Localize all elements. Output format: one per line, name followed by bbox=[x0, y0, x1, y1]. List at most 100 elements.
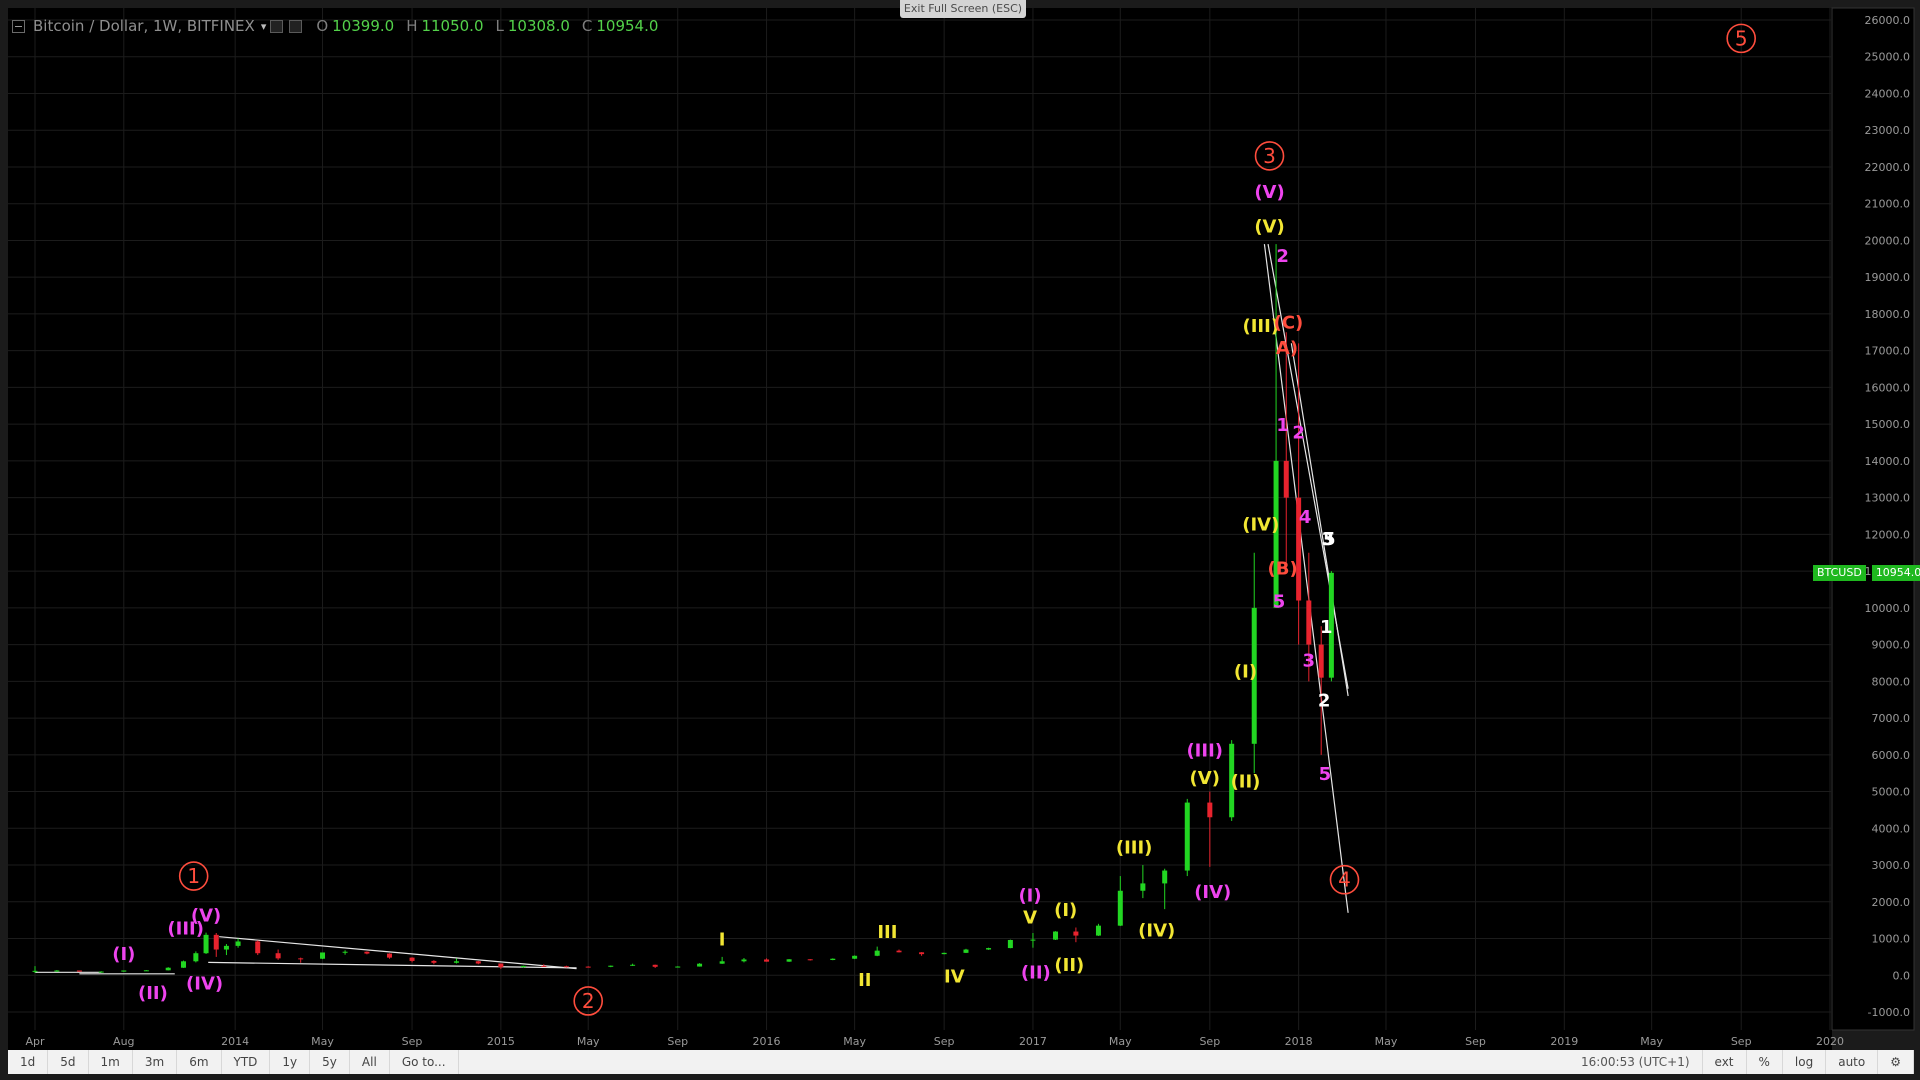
x-tick-label: 2020 bbox=[1816, 1035, 1844, 1048]
wave-label: (IV) bbox=[186, 974, 223, 995]
wave-label: 1 bbox=[1276, 415, 1289, 436]
wave-label: (V) bbox=[191, 906, 221, 927]
symbol-title[interactable]: Bitcoin / Dollar, 1W, BITFINEX bbox=[33, 17, 255, 35]
y-tick-label: 19000.0 bbox=[1865, 271, 1911, 284]
range-5y-button[interactable]: 5y bbox=[310, 1050, 350, 1074]
y-tick-label: -1000.0 bbox=[1868, 1006, 1910, 1019]
range-1y-button[interactable]: 1y bbox=[270, 1050, 311, 1074]
collapse-icon[interactable] bbox=[12, 19, 25, 33]
candle-body bbox=[1283, 460, 1289, 498]
y-tick-label: 18000.0 bbox=[1865, 308, 1911, 321]
candle-body bbox=[675, 966, 681, 968]
range-6m-button[interactable]: 6m bbox=[177, 1050, 222, 1074]
candle-body bbox=[630, 964, 636, 966]
x-tick-label: May bbox=[311, 1035, 334, 1048]
y-tick-label: 15000.0 bbox=[1865, 418, 1911, 431]
candle-body bbox=[1053, 931, 1059, 940]
wave-label: 2 bbox=[1276, 246, 1289, 267]
candle-body bbox=[1095, 925, 1101, 936]
wave-label: A) bbox=[1276, 338, 1298, 359]
range-1m-button[interactable]: 1m bbox=[89, 1050, 133, 1074]
x-tick-label: May bbox=[1640, 1035, 1663, 1048]
range-ytd-button[interactable]: YTD bbox=[222, 1050, 271, 1074]
wave-label: IV bbox=[944, 966, 965, 987]
gear-icon[interactable]: ⚙ bbox=[1878, 1050, 1914, 1074]
candle-body bbox=[475, 961, 481, 964]
candle-body bbox=[741, 959, 747, 962]
y-tick-label: 21000.0 bbox=[1865, 198, 1911, 211]
y-tick-label: 9000.0 bbox=[1872, 639, 1911, 652]
candle-body bbox=[76, 970, 82, 972]
candle-body bbox=[1140, 883, 1146, 891]
candle-body bbox=[213, 934, 219, 950]
y-tick-label: 7000.0 bbox=[1872, 712, 1911, 725]
candle-body bbox=[608, 965, 614, 967]
wave-label: 1 bbox=[1320, 617, 1333, 638]
wave-label: (C) bbox=[1274, 312, 1304, 333]
wave-label: (III) bbox=[1186, 740, 1223, 761]
low-value: 10308.0 bbox=[507, 17, 570, 35]
wave-label: (II) bbox=[1231, 772, 1261, 793]
y-tick-label: 25000.0 bbox=[1865, 51, 1911, 64]
candle-body bbox=[896, 950, 902, 953]
wave-label: (I) bbox=[1234, 661, 1257, 682]
range-1d-button[interactable]: 1d bbox=[8, 1050, 49, 1074]
candle-body bbox=[1073, 931, 1079, 936]
candle-body bbox=[203, 934, 209, 954]
settings-icon[interactable] bbox=[270, 19, 284, 33]
wave-label: 5 bbox=[1273, 592, 1286, 613]
goto-button[interactable]: Go to... bbox=[390, 1050, 459, 1074]
wave-label: I bbox=[719, 930, 726, 951]
y-tick-label: 20000.0 bbox=[1865, 234, 1911, 247]
price-chart[interactable]: -1000.0 0.0 1000.0 2000.0 3000.0 4000.0 5000.0… bbox=[0, 0, 1920, 1080]
candle-body bbox=[498, 963, 504, 968]
y-tick-label: 1000.0 bbox=[1872, 933, 1911, 946]
low-label: L bbox=[495, 17, 504, 35]
wave-label: 4 bbox=[1299, 507, 1312, 528]
candle-body bbox=[386, 953, 392, 958]
wave-label: (B) bbox=[1268, 558, 1298, 579]
y-tick-label: 17000.0 bbox=[1865, 345, 1911, 358]
plot-area[interactable] bbox=[8, 8, 1832, 1030]
candle-body bbox=[364, 951, 370, 954]
wave-label: 2 bbox=[1318, 691, 1331, 712]
candle-body bbox=[342, 951, 348, 953]
chevron-down-icon[interactable]: ▾ bbox=[261, 20, 267, 33]
wave-label: 3 bbox=[1303, 650, 1316, 671]
y-tick-label: 13000.0 bbox=[1865, 492, 1911, 505]
candle-body bbox=[1306, 600, 1312, 645]
wave-label: (V) bbox=[1254, 217, 1284, 238]
wave-label: (II) bbox=[1054, 955, 1084, 976]
log-toggle[interactable]: log bbox=[1783, 1050, 1827, 1074]
x-tick-label: Sep bbox=[1199, 1035, 1220, 1048]
x-tick-label: Aug bbox=[113, 1035, 134, 1048]
hide-icon[interactable] bbox=[289, 19, 303, 33]
clock-display[interactable]: 16:00:53 (UTC+1) bbox=[1569, 1050, 1703, 1074]
ext-toggle[interactable]: ext bbox=[1703, 1050, 1747, 1074]
candle-body bbox=[874, 950, 880, 956]
wave-label: 5 bbox=[1319, 764, 1332, 785]
price-badge-symbol: BTCUSD bbox=[1813, 565, 1866, 581]
y-tick-label: 14000.0 bbox=[1865, 455, 1911, 468]
y-tick-label: 23000.0 bbox=[1865, 124, 1911, 137]
candle-body bbox=[852, 955, 858, 959]
range-3m-button[interactable]: 3m bbox=[133, 1050, 178, 1074]
last-price-badge: BTCUSD 10954.0 bbox=[1813, 565, 1920, 581]
wave-label: (I) bbox=[1054, 900, 1077, 921]
exit-fullscreen-button[interactable]: Exit Full Screen (ESC) bbox=[900, 0, 1026, 18]
auto-toggle[interactable]: auto bbox=[1826, 1050, 1879, 1074]
bottom-toolbar: 1d 5d 1m 3m 6m YTD 1y 5y All Go to... 16… bbox=[8, 1050, 1914, 1074]
candle-body bbox=[807, 959, 813, 961]
open-value: 10399.0 bbox=[332, 17, 395, 35]
y-tick-label: 2000.0 bbox=[1872, 896, 1911, 909]
range-all-button[interactable]: All bbox=[350, 1050, 390, 1074]
percent-toggle[interactable]: % bbox=[1747, 1050, 1783, 1074]
range-5d-button[interactable]: 5d bbox=[48, 1050, 89, 1074]
price-badge-value: 10954.0 bbox=[1871, 565, 1920, 581]
candle-body bbox=[1007, 939, 1013, 949]
y-tick-label: 3000.0 bbox=[1872, 859, 1911, 872]
wave-label: (IV) bbox=[1242, 514, 1279, 535]
y-tick-label: 22000.0 bbox=[1865, 161, 1911, 174]
y-tick-label: 16000.0 bbox=[1865, 381, 1911, 394]
candle-body bbox=[275, 953, 281, 959]
